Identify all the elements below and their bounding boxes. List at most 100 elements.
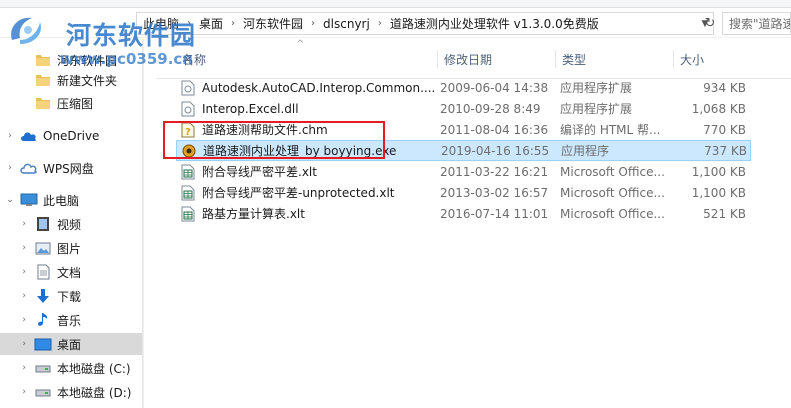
breadcrumb-current-folder[interactable]: 道路速测内业处理软件 v1.3.0.0免费版	[384, 15, 605, 32]
file-size: 1,100 KB	[691, 164, 746, 179]
nav-scrollbar[interactable]	[142, 39, 144, 408]
file-size: 1,100 KB	[691, 185, 746, 200]
nav-item-label: OneDrive	[43, 129, 100, 143]
column-header-name[interactable]: 名称	[176, 50, 438, 68]
logo-swirl-icon	[11, 17, 42, 44]
dll-icon	[181, 101, 195, 116]
chevron-right-icon[interactable]: ›	[0, 363, 34, 373]
column-header-date[interactable]: 修改日期	[438, 50, 556, 68]
chevron-right-icon[interactable]: ›	[0, 339, 34, 349]
chevron-right-icon[interactable]: ›	[0, 131, 20, 141]
cloud-icon	[20, 160, 38, 176]
address-bar[interactable]: 此电脑 › 桌面 › 河东软件园 › dlscnyrj › 道路速测内业处理软件…	[136, 12, 714, 35]
nav-item-label: 此电脑	[43, 193, 80, 208]
chevron-right-icon[interactable]: ›	[0, 267, 34, 277]
file-row[interactable]: 路基方量计算表.xlt 2016-07-14 11:01 Microsoft O…	[176, 203, 751, 224]
chevron-right-icon[interactable]: ›	[0, 291, 34, 301]
nav-item-label: 本地磁盘 (C:)	[57, 361, 131, 376]
sort-up-icon: ^	[296, 39, 305, 50]
file-type: 应用程序扩展	[560, 102, 633, 116]
file-type: Microsoft Office...	[560, 206, 665, 221]
column-header-size[interactable]: 大小	[674, 50, 754, 68]
breadcrumb-dlscnyrj[interactable]: dlscnyrj	[317, 17, 376, 31]
nav-item-documents[interactable]: › 文档	[0, 261, 144, 283]
chevron-right-icon[interactable]: ›	[0, 387, 34, 397]
chevron-right-icon[interactable]: ›	[229, 18, 237, 29]
file-date: 2016-07-14 11:01	[440, 206, 549, 221]
file-date: 2009-06-04 14:38	[440, 80, 549, 95]
desktop-icon	[34, 336, 52, 352]
ribbon-strip	[0, 0, 791, 8]
folder-icon	[34, 95, 52, 111]
file-name: Interop.Excel.dll	[202, 101, 299, 116]
nav-item-label: 桌面	[57, 337, 82, 352]
nav-item-downloads[interactable]: › 下载	[0, 285, 144, 307]
nav-item-this-pc[interactable]: ⌄ 此电脑	[0, 189, 144, 211]
file-size: 521 KB	[703, 206, 746, 221]
chevron-right-icon[interactable]: ›	[0, 315, 34, 325]
chevron-down-icon[interactable]: ⌄	[0, 195, 20, 205]
drive-icon	[34, 360, 52, 376]
file-row[interactable]: 附合导线严密平差.xlt 2011-03-22 16:21 Microsoft …	[176, 161, 751, 182]
download-icon	[34, 288, 52, 304]
nav-item-wps[interactable]: › WPS网盘	[0, 157, 144, 179]
watermark-title: 河东软件园	[66, 21, 197, 50]
nav-item-label: 下载	[57, 289, 82, 304]
nav-item-drive-d[interactable]: › 本地磁盘 (D:)	[0, 381, 144, 403]
file-name: Autodesk.AutoCAD.Interop.Common....	[202, 80, 436, 95]
file-type: 应用程序扩展	[560, 81, 633, 95]
file-row[interactable]: Interop.Excel.dll 2010-09-28 8:49 应用程序扩展…	[176, 98, 751, 119]
file-name: 路基方量计算表.xlt	[202, 207, 305, 221]
file-size: 1,068 KB	[691, 101, 746, 116]
watermark-url: www.pc0359.cn	[60, 50, 193, 68]
file-row[interactable]: Autodesk.AutoCAD.Interop.Common.... 2009…	[176, 77, 751, 98]
excel-template-icon	[181, 164, 195, 179]
file-date: 2019-04-16 16:55	[441, 143, 550, 158]
nav-item-label: 视频	[57, 217, 82, 232]
file-size: 770 KB	[703, 122, 746, 137]
nav-item-label: 压缩图	[57, 96, 94, 111]
file-date: 2010-09-28 8:49	[440, 101, 541, 116]
excel-template-icon	[181, 185, 195, 200]
chevron-right-icon[interactable]: ›	[0, 163, 20, 173]
dll-icon	[181, 80, 195, 95]
nav-item-compressed[interactable]: 压缩图	[0, 92, 144, 114]
music-icon	[34, 312, 52, 328]
nav-item-label: 新建文件夹	[57, 73, 118, 88]
file-name: 附合导线严密平差-unprotected.xlt	[202, 186, 395, 200]
chevron-right-icon[interactable]: ›	[309, 18, 317, 29]
nav-item-label: 本地磁盘 (D:)	[57, 385, 132, 400]
file-type: Microsoft Office...	[560, 164, 665, 179]
highlight-annotation-box	[163, 121, 385, 159]
drive-icon	[34, 384, 52, 400]
watermark-logo: 河东软件园 www.pc0359.cn	[2, 10, 202, 70]
nav-item-drive-c[interactable]: › 本地磁盘 (C:)	[0, 357, 144, 379]
chevron-right-icon[interactable]: ›	[0, 219, 34, 229]
breadcrumb-hedong[interactable]: 河东软件园	[237, 15, 309, 32]
column-header-row: ^ 名称 修改日期 类型 大小	[156, 39, 791, 79]
document-icon	[34, 264, 52, 280]
chevron-right-icon[interactable]: ›	[376, 18, 384, 29]
file-size: 934 KB	[703, 80, 746, 95]
cloud-icon	[20, 128, 38, 144]
nav-item-videos[interactable]: › 视频	[0, 213, 144, 235]
refresh-icon[interactable]: ↻	[700, 13, 720, 34]
column-header-type[interactable]: 类型	[556, 50, 674, 68]
search-input[interactable]: 搜索"道路速	[722, 12, 791, 35]
file-type: 应用程序	[561, 144, 610, 158]
file-date: 2011-08-04 16:36	[440, 122, 549, 137]
navigation-pane: 河东软件园 新建文件夹 压缩图 › OneDrive › WPS网盘 ⌄ 此电脑…	[0, 39, 144, 408]
nav-item-music[interactable]: › 音乐	[0, 309, 144, 331]
file-date: 2011-03-22 16:21	[440, 164, 549, 179]
video-icon	[34, 216, 52, 232]
nav-item-pictures[interactable]: › 图片	[0, 237, 144, 259]
chevron-right-icon[interactable]: ›	[0, 243, 34, 253]
nav-item-label: WPS网盘	[43, 161, 94, 176]
nav-item-new-folder[interactable]: 新建文件夹	[0, 69, 144, 91]
file-row[interactable]: 附合导线严密平差-unprotected.xlt 2013-03-02 16:5…	[176, 182, 751, 203]
nav-item-label: 图片	[57, 241, 82, 256]
nav-item-desktop[interactable]: › 桌面	[0, 333, 144, 355]
file-list: ^ 名称 修改日期 类型 大小 Autodesk.AutoCAD.Interop…	[156, 39, 791, 408]
nav-item-onedrive[interactable]: › OneDrive	[0, 125, 144, 147]
computer-icon	[20, 192, 38, 208]
